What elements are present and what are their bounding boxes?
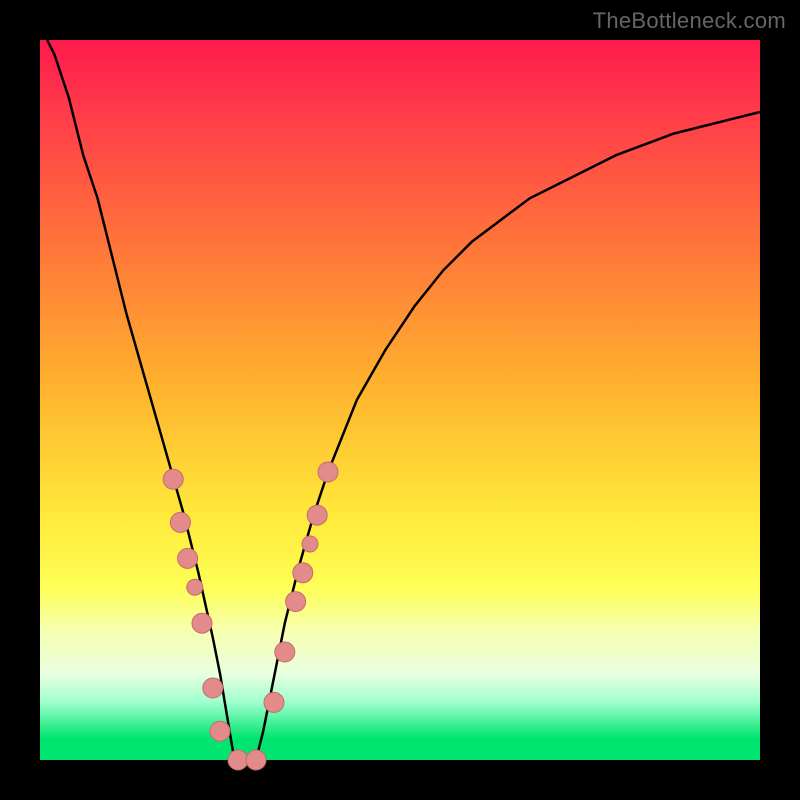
data-marker (286, 592, 306, 612)
data-marker (203, 678, 223, 698)
data-marker (228, 750, 248, 770)
watermark-text: TheBottleneck.com (593, 8, 786, 34)
data-marker (275, 642, 295, 662)
data-marker (302, 536, 318, 552)
data-markers-group (163, 462, 338, 770)
data-marker (246, 750, 266, 770)
data-marker (307, 505, 327, 525)
data-marker (170, 512, 190, 532)
data-marker (192, 613, 212, 633)
data-marker (318, 462, 338, 482)
plot-svg (40, 40, 760, 760)
data-marker (264, 692, 284, 712)
chart-frame: TheBottleneck.com (0, 0, 800, 800)
data-marker (210, 721, 230, 741)
data-marker (163, 469, 183, 489)
bottleneck-curve (47, 40, 760, 760)
data-marker (178, 548, 198, 568)
data-marker (187, 579, 203, 595)
data-marker (293, 563, 313, 583)
